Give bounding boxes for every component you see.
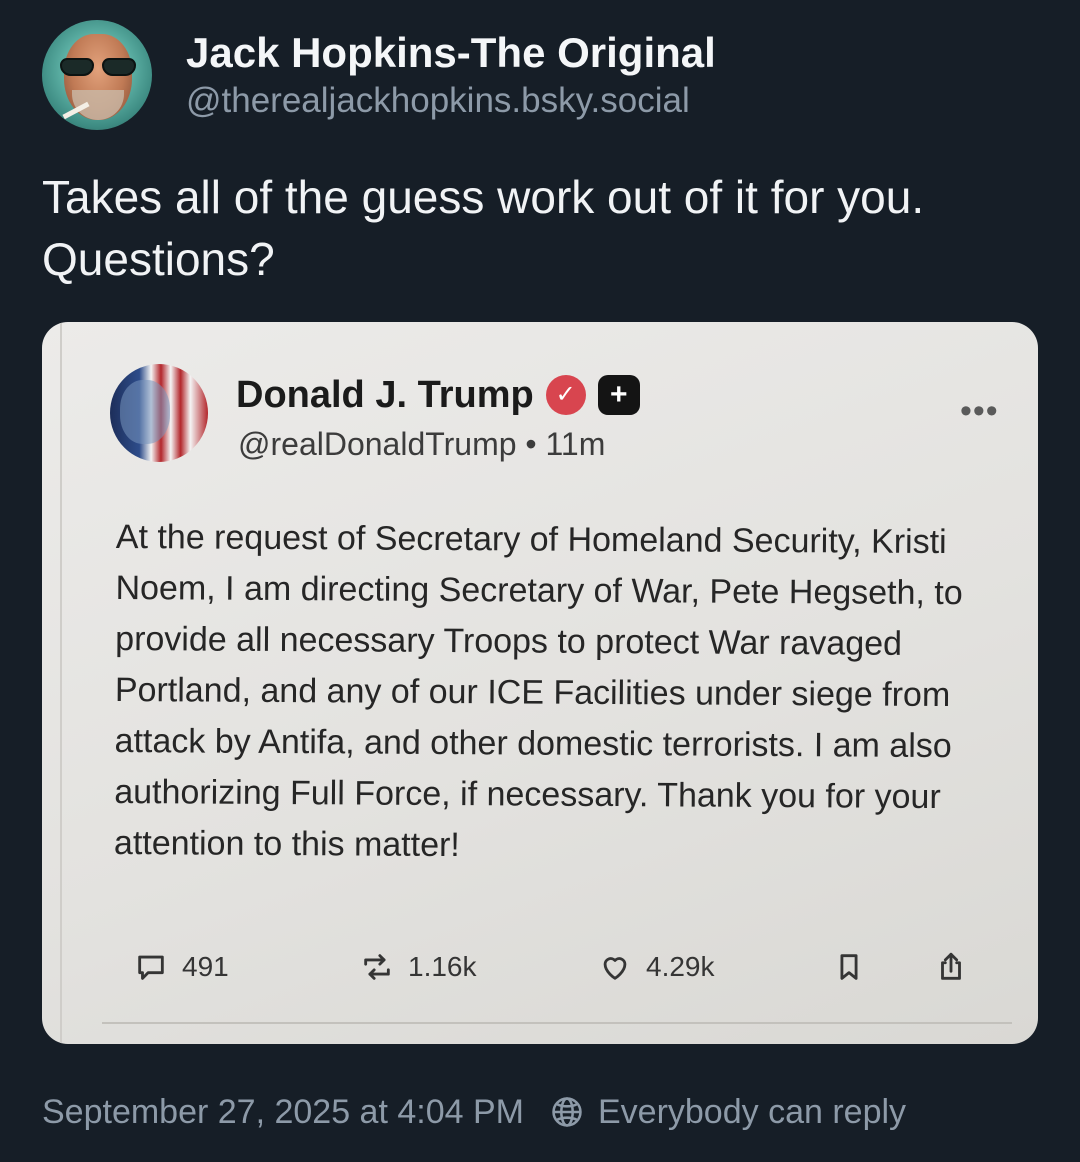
embedded-bookmark-action [832,950,866,984]
repost-count: 1.16k [408,951,477,982]
more-options-icon: ••• [960,392,999,430]
embedded-share-action [934,950,968,984]
globe-icon [552,1097,582,1127]
avatar-glasses [60,58,136,76]
embedded-author-name-row: Donald J. Trump ✓ + [236,372,640,418]
author-handle[interactable]: @therealjackhopkins.bsky.social [186,79,716,123]
post-text: Takes all of the guess work out of it fo… [42,171,925,285]
share-icon [941,952,961,980]
embedded-post-body: At the request of Secretary of Homeland … [113,517,963,865]
embedded-repost-action: 1.16k [360,950,477,984]
repost-arrows-icon [364,954,390,980]
speech-bubble-icon [138,955,164,980]
embedded-like-action: 4.29k [598,950,715,984]
post-timestamp[interactable]: September 27, 2025 at 4:04 PM [42,1090,524,1134]
embedded-author-name: Donald J. Trump [236,374,534,416]
verified-badge-icon: ✓ [545,375,586,415]
embedded-image[interactable]: Donald J. Trump ✓ + @realDonaldTrump • 1… [42,322,1038,1044]
photo-screen-bottom [102,1022,1012,1024]
bookmark-icon [840,954,858,980]
embedded-actions: 491 1.16k 4.29k [134,950,984,994]
like-count: 4.29k [646,951,715,982]
heart-icon [603,957,627,980]
author-avatar[interactable] [42,20,152,130]
post-author[interactable]: Jack Hopkins-The Original @therealjackho… [42,20,716,130]
embedded-author-avatar [110,364,208,462]
post-footer: September 27, 2025 at 4:04 PM Everybody … [42,1090,906,1134]
embedded-author-handle: @realDonaldTrump • 11m [238,426,606,462]
embedded-reply-action: 491 [134,950,229,984]
photo-screen-edge [60,322,62,1044]
reply-setting: Everybody can reply [597,1093,907,1131]
author-display-name[interactable]: Jack Hopkins-The Original [186,27,716,79]
author-names: Jack Hopkins-The Original @therealjackho… [186,27,716,123]
plus-badge-icon: + [597,375,640,415]
reply-count: 491 [182,951,229,982]
